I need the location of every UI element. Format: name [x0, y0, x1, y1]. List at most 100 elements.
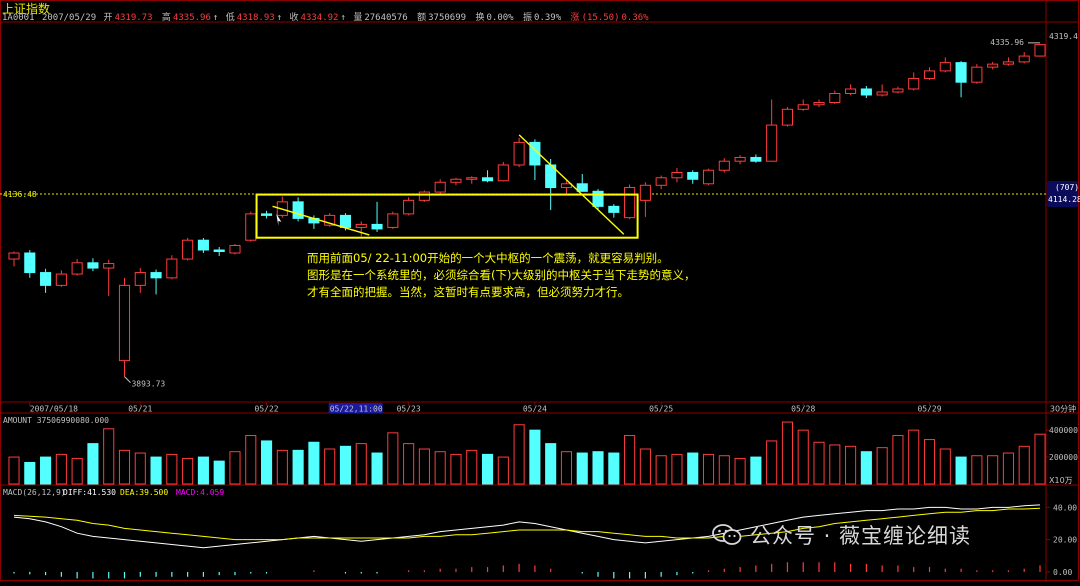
period-label: 30分钟	[1050, 404, 1076, 414]
candle-body-up	[450, 178, 462, 183]
candle	[639, 182, 651, 217]
candle-body-down	[481, 177, 494, 182]
annotation-line: 图形是在一个系统里的，必须综合看(下)大级别的中枢关于当下走势的意义，	[307, 268, 696, 282]
candle-body-up	[387, 213, 399, 228]
volume-bar	[1002, 452, 1014, 485]
quote-infobar: 1A0001 2007/05/29 开 4319.73 高 4335.96 ↑ 低 43…	[2, 13, 649, 23]
volume-bar	[702, 453, 715, 485]
change-value: (15.50)	[581, 13, 620, 23]
candle	[150, 269, 162, 295]
volume-bar	[1034, 433, 1046, 485]
candle	[371, 201, 383, 232]
annotation-line: 才有全面的把握。当然，这暂时有点要求高，但必须努力才行。	[307, 285, 629, 299]
volume-bar	[261, 440, 273, 485]
candle-body-down	[592, 190, 604, 207]
candle	[197, 237, 209, 254]
volume-bar	[134, 452, 146, 485]
annotation-text: 而用前面05/ 22-11:00开始的一个大中枢的一个震荡，就更容易判别。 图形…	[307, 250, 727, 301]
candle-body-up	[1018, 55, 1030, 63]
close-label: 收	[289, 13, 299, 23]
candle-body-up	[560, 183, 573, 189]
candle	[971, 64, 983, 84]
high-value: 4335.96	[172, 13, 211, 23]
candle-body-up	[55, 273, 67, 286]
candle-body-down	[213, 249, 225, 253]
watermark: 公众号 · 薇宝缠论细读	[712, 520, 971, 550]
candle	[213, 246, 225, 257]
index-code: 1A0001	[2, 13, 35, 23]
volume-bar	[40, 456, 52, 485]
volume-bar	[403, 443, 415, 485]
volume-bar	[797, 429, 809, 485]
candle-body-up	[813, 102, 825, 106]
candle	[923, 67, 936, 80]
candle	[166, 255, 178, 280]
candle	[1034, 43, 1046, 57]
volume-bar	[1018, 445, 1030, 485]
volume-bar	[229, 451, 241, 485]
volume-bar	[55, 453, 67, 485]
candle	[1002, 57, 1014, 66]
change-label: 涨	[570, 13, 580, 23]
candle	[576, 174, 588, 192]
price-panel	[8, 42, 1046, 383]
volume-bar	[560, 451, 573, 485]
candle-body-down	[371, 223, 383, 230]
volume-bar	[387, 432, 399, 485]
candle-body-up	[829, 92, 841, 104]
candle	[813, 99, 825, 108]
volume-bar	[592, 451, 604, 485]
candle	[987, 61, 999, 70]
candle-body-up	[245, 213, 257, 241]
wechat-icon	[712, 524, 742, 545]
amount-value: 3750699	[428, 13, 467, 23]
candle-body-up	[103, 263, 115, 269]
x-tick-label: 05/29	[917, 405, 941, 414]
candle	[781, 107, 793, 127]
candle-body-up	[1002, 61, 1014, 65]
candle-body-down	[24, 252, 36, 274]
volume-bar	[466, 449, 478, 485]
candle	[418, 190, 430, 202]
candle	[734, 155, 746, 165]
candle-body-up	[71, 262, 83, 275]
change-pct: 0.36%	[621, 13, 649, 23]
label-layer: 2007/05/18 05/21 05/22 05/22,11:00 05/23 05/2…	[3, 32, 1080, 577]
volume-bar	[876, 447, 888, 485]
volume-bar	[24, 461, 36, 485]
volume-bar	[355, 443, 367, 485]
candle-body-up	[355, 223, 367, 228]
volume-bar	[103, 428, 115, 485]
volume-bar	[655, 455, 667, 485]
candle-body-up	[923, 70, 936, 79]
low-marker-line	[124, 376, 131, 383]
volume-bar	[150, 456, 162, 485]
volume-bar	[829, 444, 841, 485]
candle-body-up	[229, 244, 241, 254]
candle	[892, 86, 904, 94]
volume-bar	[213, 460, 225, 485]
candle	[71, 259, 83, 276]
x-tick-label: 05/22,11:00	[330, 405, 383, 414]
volume-bar	[245, 435, 257, 485]
candle-body-down	[40, 272, 52, 286]
candle-body-down	[292, 201, 304, 219]
candle	[529, 139, 541, 181]
x-tick-label: 05/28	[791, 405, 815, 414]
candle	[245, 211, 257, 242]
volume-bar	[939, 448, 951, 485]
candle	[450, 177, 462, 186]
x-tick-label: 05/25	[649, 405, 673, 414]
candle-body-up	[497, 164, 509, 182]
candle-body-up	[418, 191, 430, 201]
candle-body-down	[955, 62, 967, 83]
volume-bar	[639, 448, 651, 485]
volume-value: 27640576	[364, 13, 408, 23]
candle	[718, 158, 730, 173]
volume-bar	[608, 452, 620, 485]
volume-y-label: 400000	[1049, 426, 1078, 435]
candle-body-up	[734, 156, 746, 162]
candle	[545, 158, 557, 211]
candle-body-up	[403, 199, 415, 215]
x-tick-label: 2007/05/18	[30, 405, 78, 414]
